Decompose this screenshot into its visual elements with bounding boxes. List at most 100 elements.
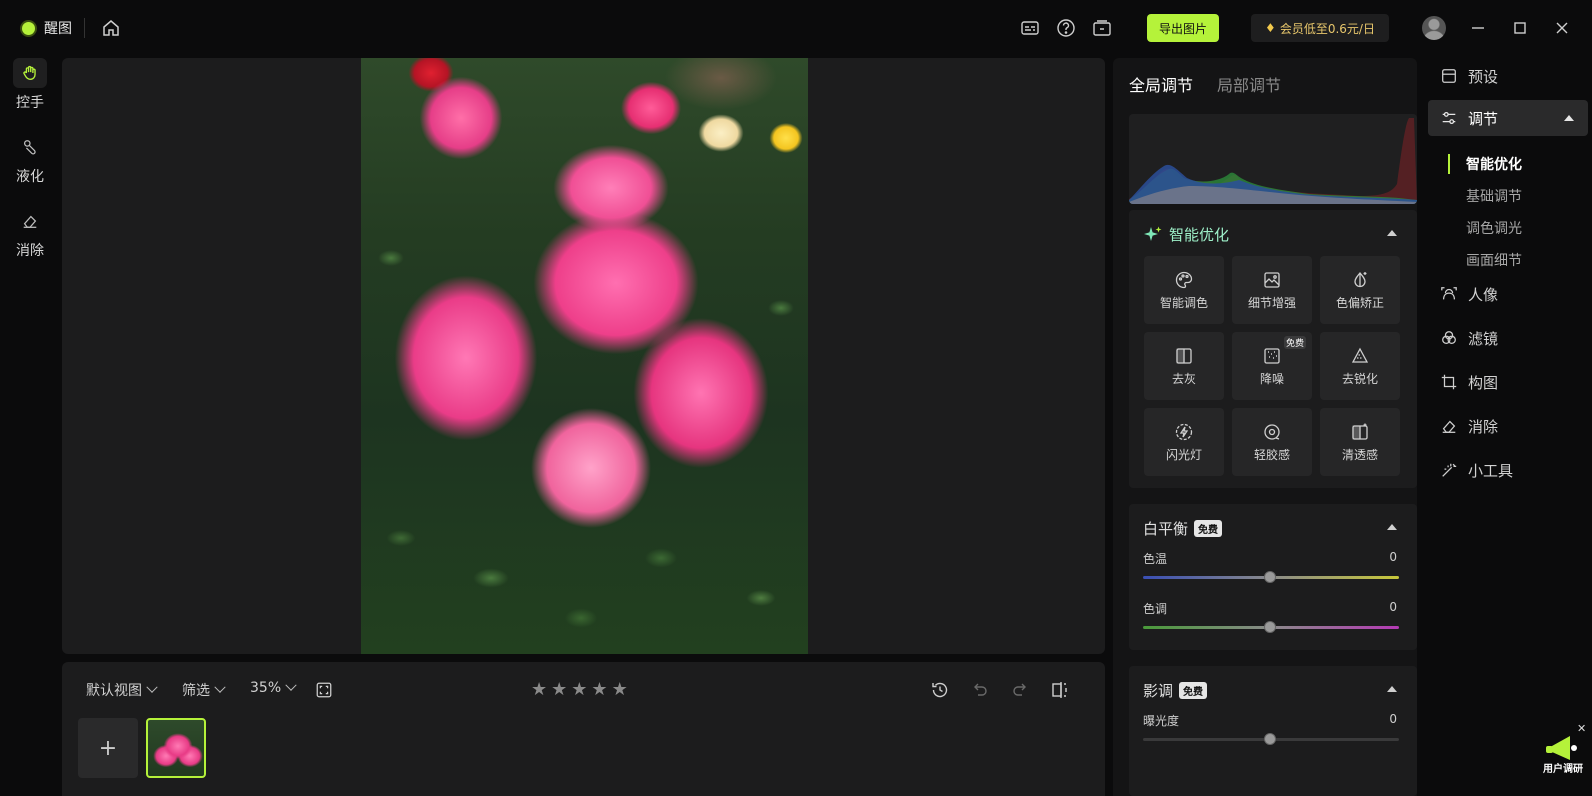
tone-header[interactable]: 影调 免费: [1143, 680, 1208, 701]
window-mode-icon[interactable]: [1092, 18, 1112, 38]
filter-dropdown[interactable]: 筛选: [182, 680, 226, 700]
active-sub-indicator: [1448, 154, 1450, 174]
nav-adjust[interactable]: 调节: [1428, 100, 1588, 136]
slider-knob[interactable]: [1264, 571, 1276, 583]
button-label: 清透感: [1341, 447, 1378, 462]
smart-optimize-card: 智能优化 智能调色 细节增强 色偏矫正 去灰 免费 降噪 去锐化 闪光灯 轻胶感…: [1129, 210, 1417, 488]
tool-hand[interactable]: 控手: [0, 58, 60, 120]
unsharpen-icon: [1351, 347, 1369, 363]
star-icon[interactable]: ★: [591, 679, 607, 700]
zoom-dropdown[interactable]: 35%: [250, 679, 297, 696]
detail-enhance-button[interactable]: 细节增强: [1232, 256, 1312, 324]
rating-stars[interactable]: ★ ★ ★ ★ ★: [531, 679, 628, 700]
smart-optimize-header[interactable]: 智能优化: [1143, 224, 1229, 245]
color-cast-icon: [1354, 271, 1367, 287]
white-balance-header[interactable]: 白平衡 免费: [1143, 518, 1223, 539]
chevron-down-icon: [214, 681, 226, 693]
editor-canvas[interactable]: [62, 58, 1105, 654]
nav-portrait[interactable]: 人像: [1440, 280, 1498, 308]
dehaze-button[interactable]: 去灰: [1144, 332, 1224, 400]
nav-label: 人像: [1468, 285, 1499, 304]
sparkle-icon: [1144, 226, 1162, 241]
sliders-icon: [1442, 111, 1456, 125]
star-icon[interactable]: ★: [551, 679, 567, 700]
undo-icon[interactable]: [970, 680, 990, 700]
slider-label: 色调: [1143, 602, 1168, 616]
button-label: 细节增强: [1247, 295, 1296, 310]
clarity-button[interactable]: 清透感: [1320, 408, 1400, 476]
tool-liquify[interactable]: 液化: [0, 132, 60, 194]
star-icon[interactable]: ★: [531, 679, 547, 700]
nav-filter[interactable]: 滤镜: [1440, 324, 1498, 352]
nav-sub-color[interactable]: 调色调光: [1466, 218, 1522, 238]
tool-label: 控手: [16, 95, 44, 111]
nav-sub-smart[interactable]: 智能优化: [1466, 154, 1522, 174]
unsharpen-button[interactable]: 去锐化: [1320, 332, 1400, 400]
nav-crop[interactable]: 构图: [1440, 368, 1498, 396]
help-icon[interactable]: [1056, 18, 1076, 38]
add-image-button[interactable]: +: [78, 718, 138, 778]
tint-slider[interactable]: 色调 0: [1143, 600, 1403, 633]
star-icon[interactable]: ★: [571, 679, 587, 700]
film-button[interactable]: 轻胶感: [1232, 408, 1312, 476]
denoise-icon: [1264, 347, 1280, 364]
fit-screen-icon[interactable]: [315, 681, 333, 699]
color-cast-button[interactable]: 色偏矫正: [1320, 256, 1400, 324]
nav-label: 消除: [1468, 417, 1499, 436]
view-dropdown[interactable]: 默认视图: [86, 680, 158, 700]
tool-label: 液化: [16, 169, 44, 185]
close-icon[interactable]: ✕: [1577, 722, 1586, 735]
collapse-icon[interactable]: [1387, 230, 1397, 236]
slider-knob[interactable]: [1264, 621, 1276, 633]
close-icon[interactable]: [1552, 18, 1572, 38]
button-label: 闪光灯: [1165, 447, 1202, 462]
view-label: 默认视图: [86, 683, 142, 699]
slider-label: 曝光度: [1143, 714, 1180, 728]
smart-color-button[interactable]: 智能调色: [1144, 256, 1224, 324]
denoise-button[interactable]: 免费 降噪: [1232, 332, 1312, 400]
eraser-icon: [23, 215, 37, 228]
zoom-label: 35%: [250, 680, 282, 696]
maximize-icon[interactable]: [1510, 18, 1530, 38]
app-name: 醒图: [44, 21, 72, 37]
button-label: 去灰: [1171, 371, 1196, 386]
title-divider: [84, 18, 85, 38]
tab-global[interactable]: 全局调节: [1129, 72, 1193, 96]
nav-sub-detail[interactable]: 画面细节: [1466, 250, 1522, 270]
image-thumbnail[interactable]: [146, 718, 206, 778]
compare-icon[interactable]: [1050, 680, 1070, 700]
avatar[interactable]: [1422, 16, 1446, 40]
nav-label: 构图: [1468, 373, 1499, 392]
slider-label: 色温: [1143, 552, 1168, 566]
collapse-icon[interactable]: [1564, 115, 1574, 121]
eraser-icon: [1442, 420, 1456, 433]
slider-knob[interactable]: [1264, 733, 1276, 745]
tone-card: 影调 免费 曝光度 0: [1129, 666, 1417, 796]
slider-value: 0: [1389, 550, 1397, 564]
flash-button[interactable]: 闪光灯: [1144, 408, 1224, 476]
photo-image[interactable]: [361, 58, 808, 654]
redo-icon[interactable]: [1010, 680, 1030, 700]
star-icon[interactable]: ★: [612, 679, 628, 700]
caption-icon[interactable]: [1020, 18, 1040, 38]
collapse-icon[interactable]: [1387, 524, 1397, 530]
collapse-icon[interactable]: [1387, 686, 1397, 692]
free-badge: 免费: [1194, 520, 1223, 537]
button-label: 智能调色: [1159, 295, 1208, 310]
slider-value: 0: [1389, 600, 1397, 614]
tool-eraser[interactable]: 消除: [0, 206, 60, 268]
exposure-slider[interactable]: 曝光度 0: [1143, 712, 1403, 745]
history-icon[interactable]: [930, 680, 950, 700]
chevron-down-icon: [285, 679, 297, 691]
export-button[interactable]: 导出图片: [1147, 14, 1219, 42]
nav-preset[interactable]: 预设: [1440, 62, 1498, 90]
home-icon[interactable]: [101, 18, 121, 38]
preset-icon: [1442, 69, 1456, 83]
tab-local[interactable]: 局部调节: [1217, 72, 1281, 96]
temperature-slider[interactable]: 色温 0: [1143, 550, 1403, 583]
nav-sub-basic[interactable]: 基础调节: [1466, 186, 1522, 206]
vip-button[interactable]: ♦ 会员低至0.6元/日: [1251, 14, 1389, 42]
nav-tools[interactable]: 小工具: [1440, 456, 1513, 484]
minimize-icon[interactable]: [1468, 18, 1488, 38]
nav-eraser[interactable]: 消除: [1440, 412, 1498, 440]
